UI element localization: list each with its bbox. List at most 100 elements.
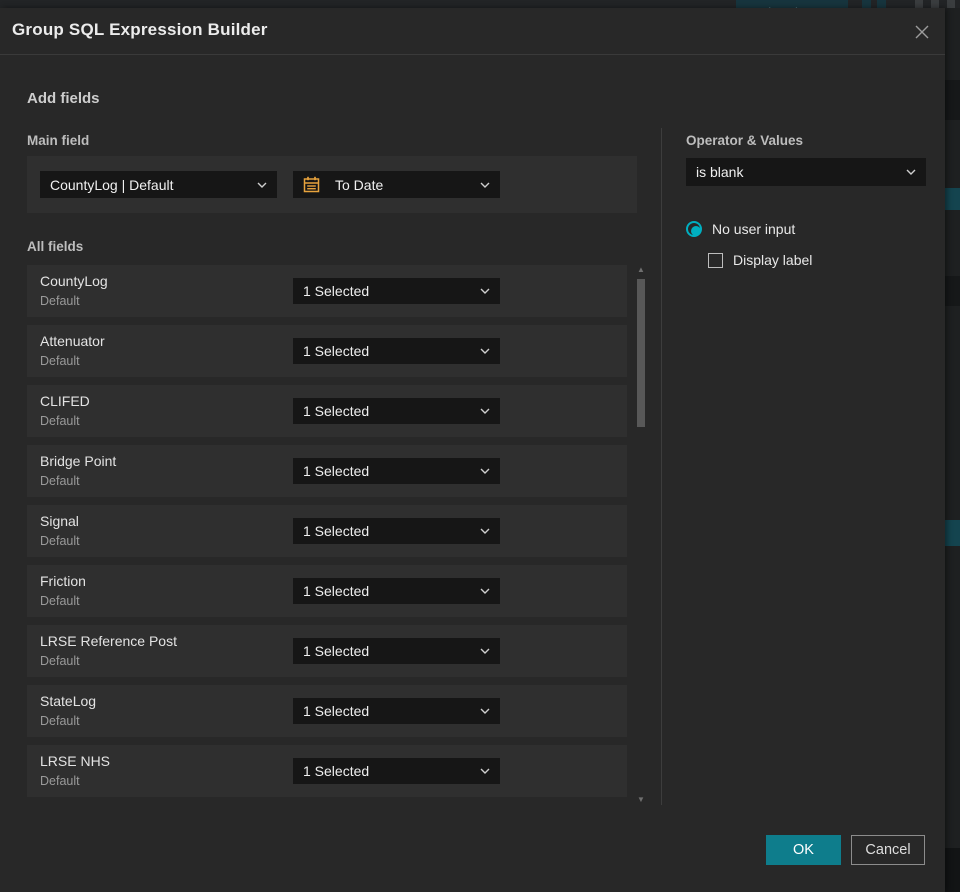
operator-select[interactable]: is blank (686, 158, 926, 186)
field-selected-value: 1 Selected (303, 583, 370, 599)
field-row-lrse-reference-post: LRSE Reference Post Default 1 Selected (27, 625, 627, 677)
date-type-select-value: To Date (335, 176, 384, 193)
field-layer: Default (40, 774, 80, 788)
background-panel-fragment (945, 276, 960, 306)
field-selected-value: 1 Selected (303, 283, 370, 299)
scrollbar-thumb[interactable] (637, 279, 645, 427)
field-name: LRSE Reference Post (40, 633, 177, 649)
field-layer: Default (40, 714, 80, 728)
background-toolbar-fragment (862, 0, 871, 8)
column-divider (661, 128, 662, 805)
scroll-up-icon[interactable]: ▲ (635, 265, 647, 275)
cancel-button[interactable]: Cancel (851, 835, 925, 865)
field-layer: Default (40, 414, 80, 428)
add-fields-heading: Add fields (27, 90, 100, 107)
field-selected-dropdown[interactable]: 1 Selected (293, 758, 500, 784)
field-row-lrse-nhs: LRSE NHS Default 1 Selected (27, 745, 627, 797)
chevron-down-icon (257, 182, 267, 188)
no-user-input-label: No user input (712, 221, 796, 237)
chevron-down-icon (906, 169, 916, 175)
field-selected-dropdown[interactable]: 1 Selected (293, 398, 500, 424)
background-toolbar-fragment (947, 0, 955, 8)
field-selected-dropdown[interactable]: 1 Selected (293, 578, 500, 604)
field-layer: Default (40, 594, 80, 608)
chevron-down-icon (480, 528, 490, 534)
ok-button[interactable]: OK (766, 835, 841, 865)
field-selected-dropdown[interactable]: 1 Selected (293, 698, 500, 724)
main-field-select[interactable]: CountyLog | Default (40, 171, 277, 198)
display-label-checkbox[interactable]: Display label (708, 252, 812, 268)
field-row-signal: Signal Default 1 Selected (27, 505, 627, 557)
background-panel-fragment (945, 520, 960, 546)
background-toolbar-fragment (931, 0, 939, 8)
field-layer: Default (40, 654, 80, 668)
live-view-toggle[interactable]: Live view (736, 0, 848, 8)
field-selected-value: 1 Selected (303, 403, 370, 419)
field-selected-dropdown[interactable]: 1 Selected (293, 278, 500, 304)
field-row-bridge-point: Bridge Point Default 1 Selected (27, 445, 627, 497)
field-selected-dropdown[interactable]: 1 Selected (293, 338, 500, 364)
radio-selected-icon (686, 221, 702, 237)
field-selected-dropdown[interactable]: 1 Selected (293, 518, 500, 544)
dialog-header: Group SQL Expression Builder (0, 8, 945, 55)
field-name: LRSE NHS (40, 753, 111, 769)
background-app-topbar: Live view (0, 0, 960, 8)
field-selected-value: 1 Selected (303, 523, 370, 539)
operator-select-value: is blank (696, 164, 744, 180)
date-type-select[interactable]: To Date (293, 171, 500, 198)
all-fields-list: CountyLog Default 1 Selected Attenuator … (27, 265, 627, 805)
scroll-down-icon[interactable]: ▼ (635, 795, 647, 805)
field-name: Attenuator (40, 333, 105, 349)
chevron-down-icon (480, 708, 490, 714)
dialog-title: Group SQL Expression Builder (12, 20, 268, 39)
main-field-row: CountyLog | Default To Date (27, 156, 637, 213)
chevron-down-icon (480, 348, 490, 354)
field-row-countylog: CountyLog Default 1 Selected (27, 265, 627, 317)
background-panel-fragment (945, 188, 960, 210)
background-panel-fragment (945, 80, 960, 120)
no-user-input-radio[interactable]: No user input (686, 221, 795, 237)
field-selected-value: 1 Selected (303, 763, 370, 779)
chevron-down-icon (480, 408, 490, 414)
field-row-clifed: CLIFED Default 1 Selected (27, 385, 627, 437)
field-name: Bridge Point (40, 453, 117, 469)
chevron-down-icon (480, 288, 490, 294)
field-layer: Default (40, 294, 80, 308)
checkbox-unchecked-icon (708, 252, 723, 268)
field-name: CLIFED (40, 393, 90, 409)
field-row-attenuator: Attenuator Default 1 Selected (27, 325, 627, 377)
main-field-label: Main field (27, 133, 90, 148)
field-layer: Default (40, 354, 80, 368)
field-name: Friction (40, 573, 86, 589)
field-row-statelog: StateLog Default 1 Selected (27, 685, 627, 737)
field-layer: Default (40, 534, 80, 548)
chevron-down-icon (480, 182, 490, 188)
operator-values-label: Operator & Values (686, 133, 804, 148)
close-icon (915, 25, 929, 39)
field-selected-value: 1 Selected (303, 463, 370, 479)
chevron-down-icon (480, 588, 490, 594)
display-label-text: Display label (733, 252, 813, 268)
background-panel-fragment (945, 848, 960, 892)
group-sql-expression-builder-dialog: Group SQL Expression Builder Add fields … (0, 8, 945, 892)
chevron-down-icon (480, 468, 490, 474)
background-app-right-edge (945, 8, 960, 892)
background-toolbar-fragment (877, 0, 886, 8)
field-selected-dropdown[interactable]: 1 Selected (293, 458, 500, 484)
calendar-icon (303, 176, 320, 193)
all-fields-label: All fields (27, 239, 84, 254)
main-field-select-value: CountyLog | Default (50, 176, 174, 193)
field-selected-value: 1 Selected (303, 343, 370, 359)
field-selected-value: 1 Selected (303, 703, 370, 719)
field-selected-dropdown[interactable]: 1 Selected (293, 638, 500, 664)
field-name: Signal (40, 513, 79, 529)
field-layer: Default (40, 474, 80, 488)
fields-list-scrollbar[interactable]: ▲ ▼ (635, 265, 647, 805)
close-button[interactable] (912, 22, 932, 42)
field-name: CountyLog (40, 273, 108, 289)
field-selected-value: 1 Selected (303, 643, 370, 659)
chevron-down-icon (480, 648, 490, 654)
chevron-down-icon (480, 768, 490, 774)
field-row-friction: Friction Default 1 Selected (27, 565, 627, 617)
field-name: StateLog (40, 693, 97, 709)
